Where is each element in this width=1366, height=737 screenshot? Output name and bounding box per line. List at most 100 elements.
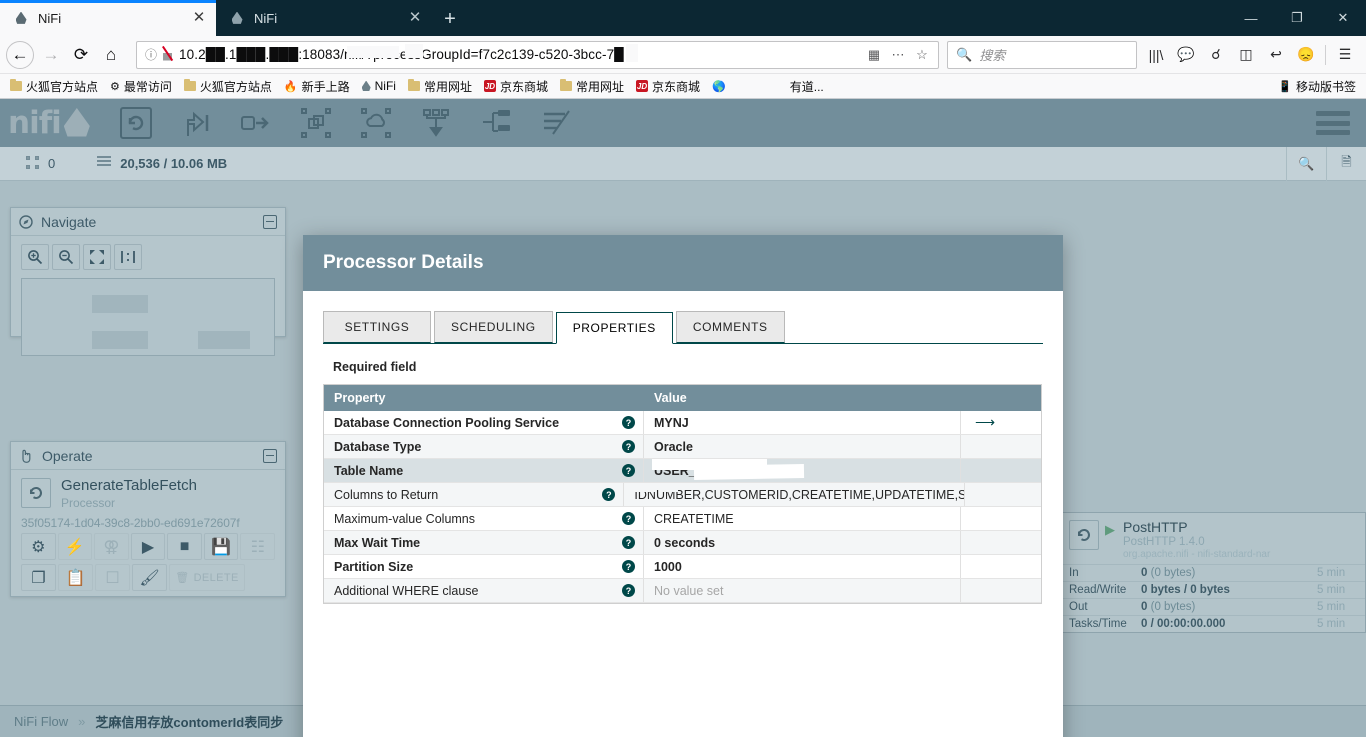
- help-icon[interactable]: ?: [622, 464, 635, 477]
- bookmark-item[interactable]: 火狐官方站点: [178, 75, 278, 97]
- bookmark-item[interactable]: 🌎: [706, 75, 736, 97]
- help-icon[interactable]: ?: [622, 536, 635, 549]
- value-cell[interactable]: IDNUMBER,CUSTOMERID,CREATETIME,UPDATETIM…: [624, 483, 966, 506]
- minimize-icon[interactable]: —: [1228, 0, 1274, 36]
- operate-component-id: 35f05174-1d04-39c8-2bb0-ed691e72607f: [21, 516, 240, 530]
- table-row[interactable]: Database Type ? Oracle: [324, 435, 1041, 459]
- value-cell[interactable]: USER_ALIPAYZMXY: [644, 459, 961, 482]
- bookmark-star-icon[interactable]: ☆: [910, 47, 934, 63]
- nifi-global-menu-icon[interactable]: [1316, 111, 1350, 135]
- tab-settings[interactable]: SETTINGS: [323, 311, 431, 343]
- collapse-icon[interactable]: [263, 214, 277, 229]
- stop-icon[interactable]: ■: [167, 533, 202, 560]
- help-icon[interactable]: ?: [602, 488, 616, 501]
- collapse-icon[interactable]: [263, 448, 277, 463]
- close-window-icon[interactable]: ✕: [1320, 0, 1366, 36]
- close-icon[interactable]: ✕: [406, 9, 424, 27]
- reload-button[interactable]: ⟳: [66, 40, 96, 70]
- sidebar-icon[interactable]: ◫: [1231, 40, 1261, 70]
- breadcrumb-root[interactable]: NiFi Flow: [14, 714, 68, 729]
- bookmark-item[interactable]: NiFi: [356, 75, 402, 97]
- hamburger-menu-icon[interactable]: ☰: [1330, 40, 1360, 70]
- table-row[interactable]: Partition Size ? 1000: [324, 555, 1041, 579]
- zoom-out-icon[interactable]: [52, 244, 80, 270]
- remote-process-group-icon[interactable]: [354, 104, 398, 142]
- bookmark-item-youdao[interactable]: 有道...: [784, 75, 830, 97]
- value-cell[interactable]: CREATETIME: [644, 507, 961, 530]
- bookmark-item[interactable]: 🔥 新手上路: [278, 75, 356, 97]
- value-cell[interactable]: Oracle: [644, 435, 961, 458]
- home-button[interactable]: ⌂: [96, 40, 126, 70]
- stat-label: Tasks/Time: [1069, 618, 1127, 630]
- actual-size-icon[interactable]: [114, 244, 142, 270]
- zoom-in-icon[interactable]: [21, 244, 49, 270]
- process-group-icon[interactable]: [294, 104, 338, 142]
- value-cell[interactable]: 0 seconds: [644, 531, 961, 554]
- table-row[interactable]: Maximum-value Columns ? CREATETIME: [324, 507, 1041, 531]
- table-row[interactable]: Additional WHERE clause ? No value set: [324, 579, 1041, 603]
- screenshot-icon[interactable]: ☌: [1201, 40, 1231, 70]
- help-icon[interactable]: ?: [622, 512, 635, 525]
- template-icon[interactable]: [474, 104, 518, 142]
- new-tab-button[interactable]: +: [432, 2, 468, 36]
- value-cell[interactable]: No value set: [644, 579, 961, 602]
- create-template-icon[interactable]: 💾: [203, 533, 239, 560]
- bookmark-label: 常用网址: [423, 79, 472, 94]
- close-icon[interactable]: ✕: [190, 9, 208, 27]
- mobile-bookmarks-item[interactable]: 📱 移动版书签: [1272, 75, 1362, 97]
- table-row[interactable]: Columns to Return ? IDNUMBER,CUSTOMERID,…: [324, 483, 1041, 507]
- notes-icon[interactable]: 🗎: [1326, 147, 1366, 181]
- bookmark-item[interactable]: 常用网址: [554, 75, 630, 97]
- label-icon[interactable]: [534, 104, 578, 142]
- output-port-icon[interactable]: [234, 104, 278, 142]
- maximize-icon[interactable]: ❐: [1274, 0, 1320, 36]
- arrow-right-icon[interactable]: ⟶: [975, 414, 995, 431]
- table-row[interactable]: Table Name ? USER_ALIPAYZMXY: [324, 459, 1041, 483]
- search-bar[interactable]: 🔍 搜索: [947, 40, 1137, 69]
- fill-color-icon[interactable]: 🖌: [132, 564, 167, 591]
- page-actions-icon[interactable]: ⋯: [886, 47, 910, 63]
- property-name: Partition Size: [334, 559, 414, 574]
- copy-icon[interactable]: ❐: [21, 564, 56, 591]
- back-button[interactable]: ←: [6, 40, 34, 69]
- bookmark-item[interactable]: JD 京东商城: [630, 75, 706, 97]
- fit-to-screen-icon[interactable]: [83, 244, 111, 270]
- help-icon[interactable]: ?: [622, 440, 635, 453]
- tab-properties[interactable]: PROPERTIES: [555, 312, 673, 344]
- bookmark-item[interactable]: 常用网址: [402, 75, 478, 97]
- bookmark-item[interactable]: 火狐官方站点: [4, 75, 104, 97]
- library-icon[interactable]: |||\: [1141, 40, 1171, 70]
- table-row[interactable]: Max Wait Time ? 0 seconds: [324, 531, 1041, 555]
- page-info-icon[interactable]: ⓘ: [145, 46, 157, 63]
- value-cell[interactable]: MYNJ: [644, 411, 961, 434]
- pocket-icon[interactable]: 💬: [1171, 40, 1201, 70]
- property-cell: Additional WHERE clause ?: [324, 579, 644, 602]
- tab-scheduling[interactable]: SCHEDULING: [434, 311, 553, 343]
- bookmark-item[interactable]: ⚙ 最常访问: [104, 75, 178, 97]
- navigate-minimap[interactable]: [21, 278, 275, 356]
- input-port-icon[interactable]: [174, 104, 218, 142]
- browser-tab-1[interactable]: NiFi ✕: [0, 0, 216, 36]
- value-cell[interactable]: 1000: [644, 555, 961, 578]
- dialog-tabs: SETTINGS SCHEDULING PROPERTIES COMMENTS: [323, 311, 1043, 344]
- help-icon[interactable]: ?: [622, 560, 635, 573]
- account-icon[interactable]: 😞: [1291, 40, 1321, 70]
- configure-icon[interactable]: ⚙: [21, 533, 56, 560]
- undo-icon[interactable]: ↩: [1261, 40, 1291, 70]
- search-icon[interactable]: 🔍: [1286, 147, 1326, 181]
- property-name: Maximum-value Columns: [334, 511, 476, 526]
- table-row[interactable]: Database Connection Pooling Service ? MY…: [324, 411, 1041, 435]
- processor-icon[interactable]: [114, 104, 158, 142]
- browser-tab-2[interactable]: NiFi ✕: [216, 0, 432, 36]
- goto-cell[interactable]: ⟶: [961, 414, 1041, 431]
- start-icon[interactable]: ▶: [130, 533, 166, 560]
- qr-code-icon[interactable]: ▦: [862, 47, 886, 63]
- tab-comments[interactable]: COMMENTS: [675, 311, 785, 343]
- funnel-icon[interactable]: [414, 104, 458, 142]
- bookmark-item[interactable]: JD 京东商城: [478, 75, 554, 97]
- forward-button[interactable]: →: [36, 40, 66, 70]
- help-icon[interactable]: ?: [622, 584, 635, 597]
- stat-time: 5 min: [1317, 584, 1346, 596]
- address-bar[interactable]: ⓘ 10.2██.1███.███:18083/nifi/?processGro…: [136, 40, 939, 69]
- help-icon[interactable]: ?: [622, 416, 635, 429]
